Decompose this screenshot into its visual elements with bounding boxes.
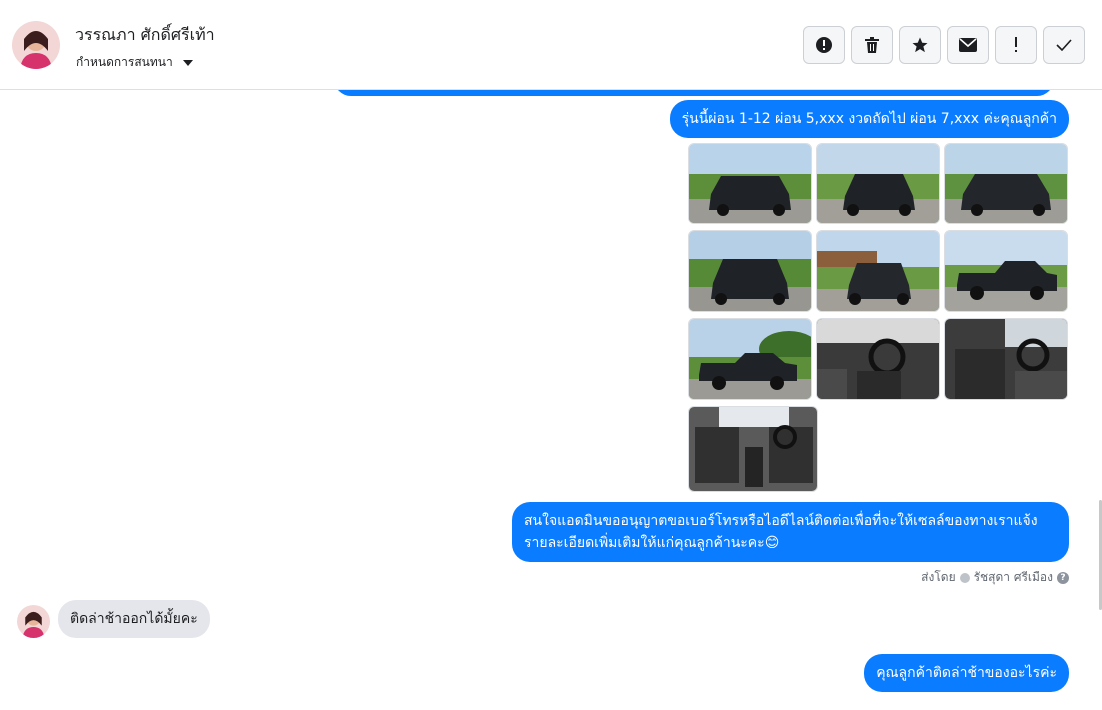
star-icon (912, 37, 928, 53)
contact-avatar-small[interactable] (17, 605, 50, 638)
sent-by-label: ส่งโดย (921, 570, 956, 584)
delete-button[interactable] (851, 26, 893, 64)
outgoing-message: คุณลูกค้าติดล่าช้าของอะไรค่ะ (864, 654, 1069, 692)
truck-photo[interactable] (816, 143, 940, 224)
contact-name[interactable]: วรรณภา ศักดิ์ศรีเท้า (75, 23, 215, 48)
exclamation-icon (1015, 37, 1017, 52)
spam-button[interactable] (803, 26, 845, 64)
conversation-header: วรรณภา ศักดิ์ศรีเท้า กำหนดการสนทนา (0, 0, 1102, 90)
previous-message-bubble (334, 90, 1054, 96)
check-icon (1056, 39, 1072, 51)
truck-photo[interactable] (944, 143, 1068, 224)
sent-by-info: ส่งโดย รัชสุดา ศรีเมือง ? (921, 568, 1069, 587)
truck-photo[interactable] (688, 230, 812, 312)
incoming-message: ติดล่าช้าออกได้มั้ยคะ (58, 600, 210, 638)
header-actions (803, 26, 1085, 64)
truck-photo[interactable] (688, 143, 812, 224)
outgoing-message: สนใจแอดมินขออนุญาตขอเบอร์โทรหรือไอดีไลน์… (512, 502, 1069, 562)
sender-name[interactable]: รัชสุดา ศรีเมือง (974, 568, 1053, 587)
message-thread[interactable]: รุ่นนี้ผ่อน 1-12 ผ่อน 5,xxx งวดถัดไป ผ่อ… (0, 90, 1102, 710)
envelope-icon (959, 38, 977, 52)
interior-photo[interactable] (816, 318, 940, 400)
assign-conversation-dropdown[interactable]: กำหนดการสนทนา (76, 53, 193, 72)
star-button[interactable] (899, 26, 941, 64)
truck-photo[interactable] (816, 230, 940, 312)
truck-photo[interactable] (944, 230, 1068, 312)
alert-circle-icon (816, 37, 832, 53)
interior-photo[interactable] (944, 318, 1068, 400)
follow-up-button[interactable] (995, 26, 1037, 64)
trash-icon (865, 37, 879, 53)
contact-avatar[interactable] (12, 21, 60, 69)
assign-label: กำหนดการสนทนา (76, 55, 173, 69)
chevron-down-icon (182, 59, 193, 66)
interior-photo[interactable] (688, 406, 818, 492)
help-icon[interactable]: ? (1057, 571, 1069, 584)
truck-photo[interactable] (688, 318, 812, 400)
done-button[interactable] (1043, 26, 1085, 64)
mark-unread-button[interactable] (947, 26, 989, 64)
verified-icon (959, 572, 970, 583)
outgoing-message: รุ่นนี้ผ่อน 1-12 ผ่อน 5,xxx งวดถัดไป ผ่อ… (669, 100, 1069, 138)
